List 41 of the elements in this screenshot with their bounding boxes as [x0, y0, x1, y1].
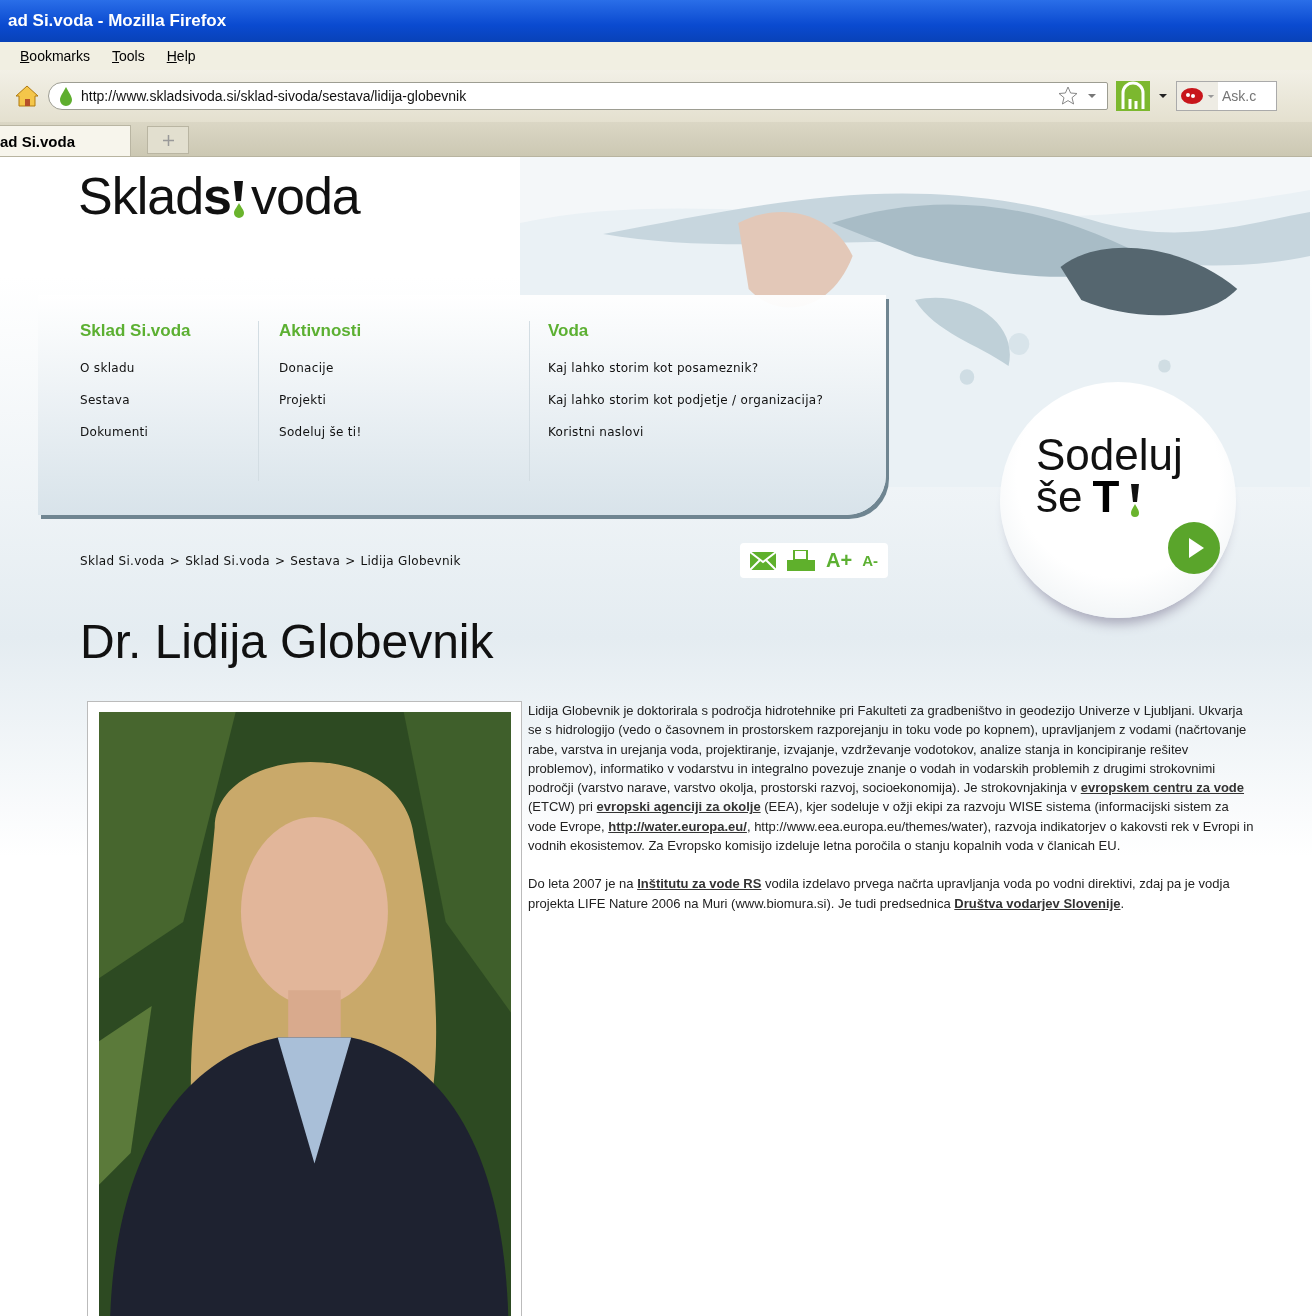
home-icon[interactable]	[14, 84, 40, 108]
breadcrumb-separator: >	[274, 553, 286, 568]
address-field[interactable]: http://www.skladsivoda.si/sklad-sivoda/sestava/lidija-globevnik	[48, 82, 1108, 110]
nav-link[interactable]: Koristni naslovi	[548, 425, 824, 439]
breadcrumb-link[interactable]: Sestava	[290, 553, 341, 568]
print-icon[interactable]	[786, 549, 817, 572]
bio-paragraph: Lidija Globevnik je doktorirala s področja hidrotehnike pri Fakulteti za gradbeništvo in geodezijo Univerze v Ljubljani. Ukvarja se s hidrologijo (vedo o časovnem in prostorskem razporejanju in toku vode po kopnem), upravljanjem z vodami (načrtovanje rabe, varstva in urejanja voda, projektiranje, izvajanje, vzdrževanje vodotokov, analize stanja in koncipiranje rešitev problemov), informatiko v vodarstvu in integralno povezuje znanje o vodah in vodarskih problemih z drugimi strokovnimi področji (varstvo narave, varstvo okolja, prostorski razvoj, socioekonomija). Je strokovnjakinja v evropskem centru za vode (ETCW) pri evropski agenciji za okolje (EEA), kjer sodeluje v ožji ekipi za razvoju WISE sistema (informacijski sistem za vode Evrope, http://water.europa.eu/, http://www.eea.europa.eu/themes/water), razvoja indikatorjev o kakovsti rek v Evropi in vodnih ekosistemov. Za Evropsko komisijo izdeluje letna poročila o stanju kopalnih voda v članicah EU.	[528, 702, 1255, 856]
promo-emphasis: T	[1092, 476, 1120, 518]
text-link[interactable]: evropski agenciji za okolje	[596, 799, 761, 815]
mail-icon[interactable]	[750, 551, 777, 570]
breadcrumb-link[interactable]: Sklad Si.voda	[80, 553, 165, 568]
dropdown-icon[interactable]	[1158, 93, 1168, 99]
nav-link[interactable]: Projekti	[279, 393, 529, 407]
bio-paragraph: Do leta 2007 je na Inštitutu za vode RS vodila izdelavo prvega načrta upravljanja voda po vodni direktivi, zdaj pa je vodja projekta LIFE Nature 2006 na Muri (www.biomura.si). Je tudi predsednica Društva vodarjev Slovenije.	[528, 875, 1231, 913]
nav-link[interactable]: Sodeluj še ti!	[279, 425, 529, 439]
site-drop-icon	[59, 86, 73, 106]
text-link[interactable]: Inštitutu za vode RS	[637, 876, 762, 892]
play-icon[interactable]	[1168, 522, 1220, 574]
promo-text: še	[1036, 476, 1083, 518]
menu-item[interactable]: Tools	[112, 48, 145, 64]
star-icon[interactable]	[1057, 85, 1079, 107]
nav-link[interactable]: Dokumenti	[80, 425, 258, 439]
nav-link[interactable]: Sestava	[80, 393, 258, 407]
nav-link[interactable]: Kaj lahko storim kot posameznik?	[548, 361, 824, 375]
nav-link[interactable]: Kaj lahko storim kot podjetje / organizacija?	[548, 393, 824, 407]
text-link[interactable]: evropskem centru za vode	[1080, 780, 1245, 796]
toolbar-arch-icon[interactable]	[1116, 81, 1150, 111]
breadcrumb-link[interactable]: Sklad Si.voda	[185, 553, 270, 568]
nav-link[interactable]: O skladu	[80, 361, 258, 375]
breadcrumb-separator: >	[169, 553, 181, 568]
nav-link[interactable]: Donacije	[279, 361, 529, 375]
breadcrumb-separator: >	[345, 553, 356, 568]
plus-icon	[162, 134, 174, 146]
menu-item[interactable]: Bookmarks	[20, 48, 91, 64]
site-logo[interactable]: Sklads voda	[78, 167, 360, 225]
page-heading: Dr. Lidija Globevnik	[80, 614, 495, 669]
menu-item[interactable]: Help	[166, 48, 196, 64]
window-title: ad Si.voda - Mozilla Firefox	[8, 11, 227, 31]
browser-tab[interactable]: ad Si.voda	[0, 125, 131, 156]
text-link[interactable]: Društva vodarjev Slovenije	[954, 895, 1121, 911]
text-link[interactable]: http://water.europa.eu/	[608, 818, 747, 834]
